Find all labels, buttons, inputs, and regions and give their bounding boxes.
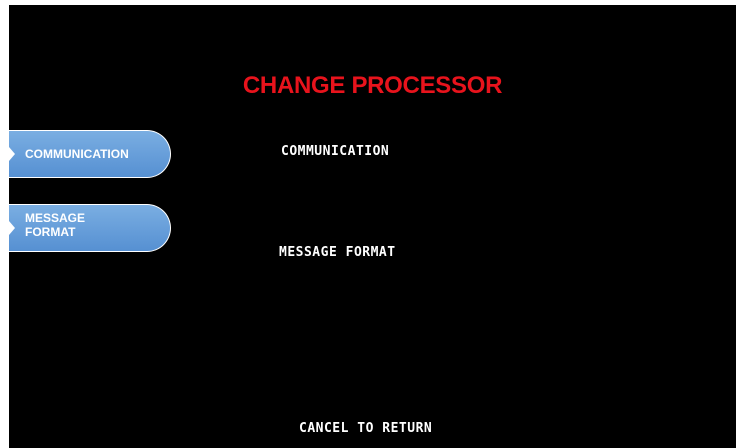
communication-key-button[interactable]: COMMUNICATION xyxy=(9,130,171,178)
option-message-format: MESSAGE FORMAT xyxy=(279,245,396,260)
atm-screen: CHANGE PROCESSOR COMMUNICATION MESSAGE F… xyxy=(9,5,736,448)
communication-key-label: COMMUNICATION xyxy=(25,147,129,161)
screen-title: CHANGE PROCESSOR xyxy=(242,72,503,99)
key-notch-icon xyxy=(9,221,15,235)
message-format-key-label: MESSAGE FORMAT xyxy=(25,211,86,239)
message-format-key-button[interactable]: MESSAGE FORMAT xyxy=(9,204,171,252)
cancel-instruction: CANCEL TO RETURN xyxy=(299,421,433,436)
option-communication: COMMUNICATION xyxy=(281,144,390,159)
key-notch-icon xyxy=(9,147,15,161)
